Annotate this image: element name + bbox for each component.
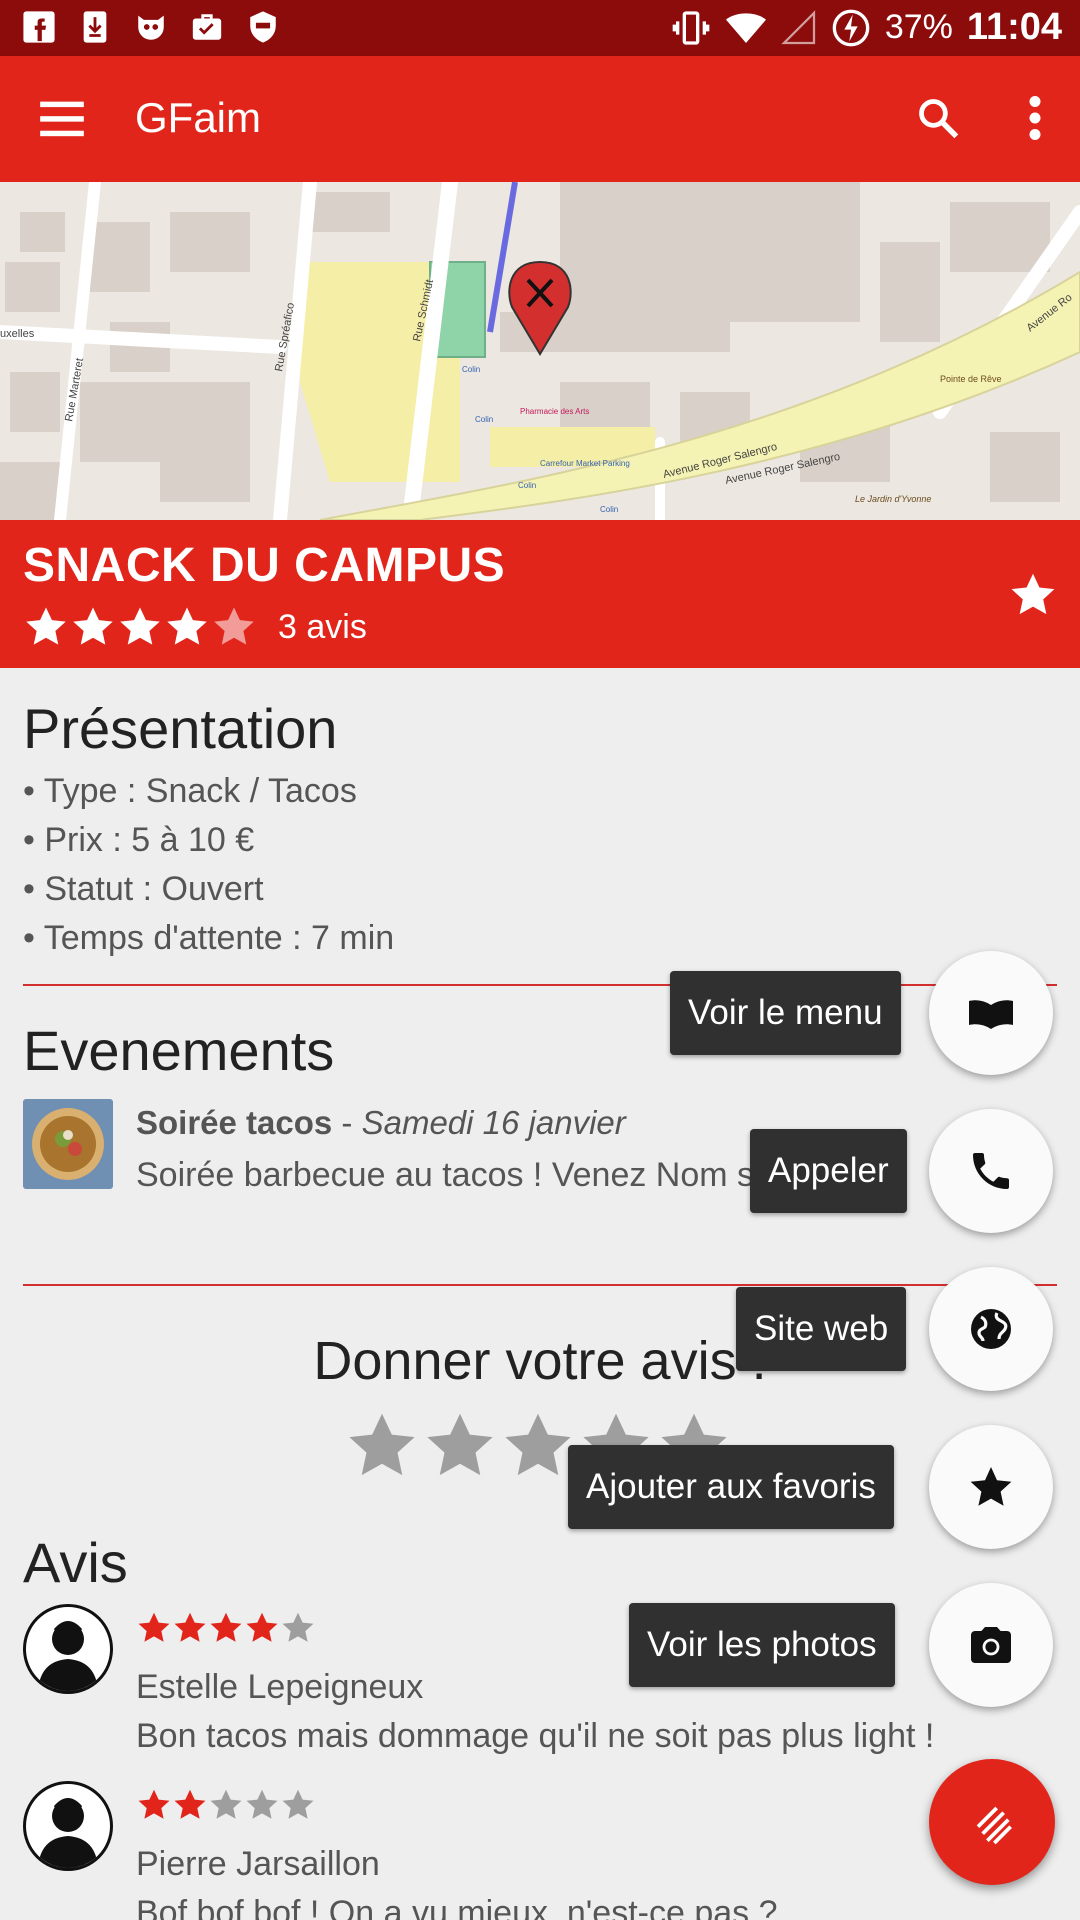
map-label: Pharmacie des Arts (520, 407, 589, 416)
vibrate-icon (672, 10, 710, 45)
search-icon[interactable] (916, 96, 960, 140)
map-drawing: Rue Schmidt Rue Spréafico Rue Marteret A… (0, 182, 1080, 520)
review-rating (136, 1610, 316, 1646)
star-filled-icon (120, 607, 160, 645)
star-filled-icon (73, 607, 113, 645)
camera-icon (971, 1627, 1011, 1663)
shield-icon (250, 11, 276, 43)
bot-icon (138, 15, 164, 40)
star-filled-icon (138, 1789, 170, 1819)
map-label: Colin (462, 365, 480, 374)
book-icon (969, 1000, 1013, 1029)
rating-stars (23, 604, 258, 650)
app-bar: GFaim (0, 56, 1080, 182)
star-empty-icon (282, 1612, 314, 1642)
map-label: Le Jardin d'Yvonne (855, 494, 931, 504)
signal-icon (781, 9, 815, 44)
battery-percent: 37% (884, 8, 953, 46)
divider (23, 1284, 1057, 1286)
wifi-icon (725, 12, 766, 43)
event-date: Samedi 16 janvier (361, 1104, 626, 1141)
detail-content: Présentation • Type : Snack / Tacos • Pr… (0, 668, 1080, 1920)
review-rating (136, 1787, 316, 1823)
facebook-icon (23, 11, 55, 43)
presentation-item: • Temps d'attente : 7 min (23, 919, 395, 957)
restaurant-header: SNACK DU CAMPUS 3 avis (0, 520, 1080, 668)
map-label: Colin (475, 415, 493, 424)
event-thumbnail[interactable] (23, 1099, 113, 1189)
star-filled-icon (167, 607, 207, 645)
event-name: Soirée tacos (136, 1104, 333, 1141)
voir-le-menu-button[interactable] (929, 951, 1053, 1075)
map-label: uxelles (0, 328, 35, 340)
star-filled-icon (210, 1612, 242, 1642)
star-empty-icon (282, 1789, 314, 1819)
status-bar: 37% 11:04 (0, 0, 1080, 56)
star-empty-icon (246, 1789, 278, 1819)
star-filled-icon (26, 607, 66, 645)
star-filled-icon (138, 1612, 170, 1642)
presentation-item: • Prix : 5 à 10 € (23, 821, 255, 859)
favorite-star-icon[interactable] (1008, 570, 1058, 620)
menu-icon[interactable] (40, 98, 84, 138)
divider (23, 984, 1057, 986)
globe-icon (971, 1309, 1011, 1349)
battery-charging-icon (832, 9, 870, 46)
rate-star-icon[interactable] (422, 1408, 498, 1484)
star-filled-icon (246, 1612, 278, 1642)
restaurant-rating: 3 avis (23, 604, 367, 650)
map-label: Pointe de Rêve (940, 374, 1002, 384)
rate-title: Donner votre avis : (313, 1331, 767, 1391)
fab-label-ajouter-aux-favoris[interactable]: Ajouter aux favoris (568, 1445, 894, 1529)
star-icon (970, 1467, 1012, 1506)
ajouter-aux-favoris-button[interactable] (929, 1425, 1053, 1549)
map-label: Colin (600, 505, 618, 514)
star-empty-icon (210, 1789, 242, 1819)
work-icon (192, 14, 222, 40)
fab-label-voir-les-photos[interactable]: Voir les photos (629, 1603, 895, 1687)
star-empty-icon (214, 607, 254, 645)
review-author: Estelle Lepeigneux (136, 1668, 424, 1706)
fab-label-voir-le-menu[interactable]: Voir le menu (670, 971, 901, 1055)
clock: 11:04 (966, 6, 1062, 48)
review-text: Bof bof bof ! On a vu mieux, n'est-ce pa… (136, 1894, 778, 1920)
presentation-item: • Type : Snack / Tacos (23, 772, 357, 810)
reviews-count: 3 avis (278, 607, 367, 646)
fab-label-appeler[interactable]: Appeler (750, 1129, 907, 1213)
star-filled-icon (174, 1612, 206, 1642)
avatar (23, 1781, 113, 1871)
map-view[interactable]: Rue Schmidt Rue Spréafico Rue Marteret A… (0, 182, 1080, 520)
presentation-item: • Statut : Ouvert (23, 870, 264, 908)
map-label: Colin (518, 481, 536, 490)
event-separator: - (332, 1104, 362, 1141)
phone-icon (973, 1153, 1009, 1189)
more-vert-icon[interactable] (1028, 96, 1042, 140)
app-title: GFaim (135, 94, 261, 141)
events-title: Evenements (23, 1019, 335, 1082)
reviews-title: Avis (23, 1531, 128, 1594)
appeler-button[interactable] (929, 1109, 1053, 1233)
restaurant-name: SNACK DU CAMPUS (23, 539, 506, 592)
fab-label-site-web[interactable]: Site web (736, 1287, 907, 1371)
rate-star-icon[interactable] (344, 1408, 420, 1484)
review-text: Bon tacos mais dommage qu'il ne soit pas… (136, 1717, 935, 1755)
rate-star-icon[interactable] (500, 1408, 576, 1484)
fab-menu-toggle-button[interactable] (929, 1759, 1055, 1885)
voir-les-photos-button[interactable] (929, 1583, 1053, 1707)
star-filled-icon (174, 1789, 206, 1819)
avatar (23, 1604, 113, 1694)
review-author: Pierre Jarsaillon (136, 1845, 380, 1883)
event-title: Soirée tacos - Samedi 16 janvier (136, 1104, 626, 1142)
close-stripes-icon (976, 1806, 1012, 1845)
presentation-title: Présentation (23, 697, 338, 760)
download-icon (83, 11, 107, 43)
map-label: Carrefour Market Parking (540, 459, 630, 468)
site-web-button[interactable] (929, 1267, 1053, 1391)
